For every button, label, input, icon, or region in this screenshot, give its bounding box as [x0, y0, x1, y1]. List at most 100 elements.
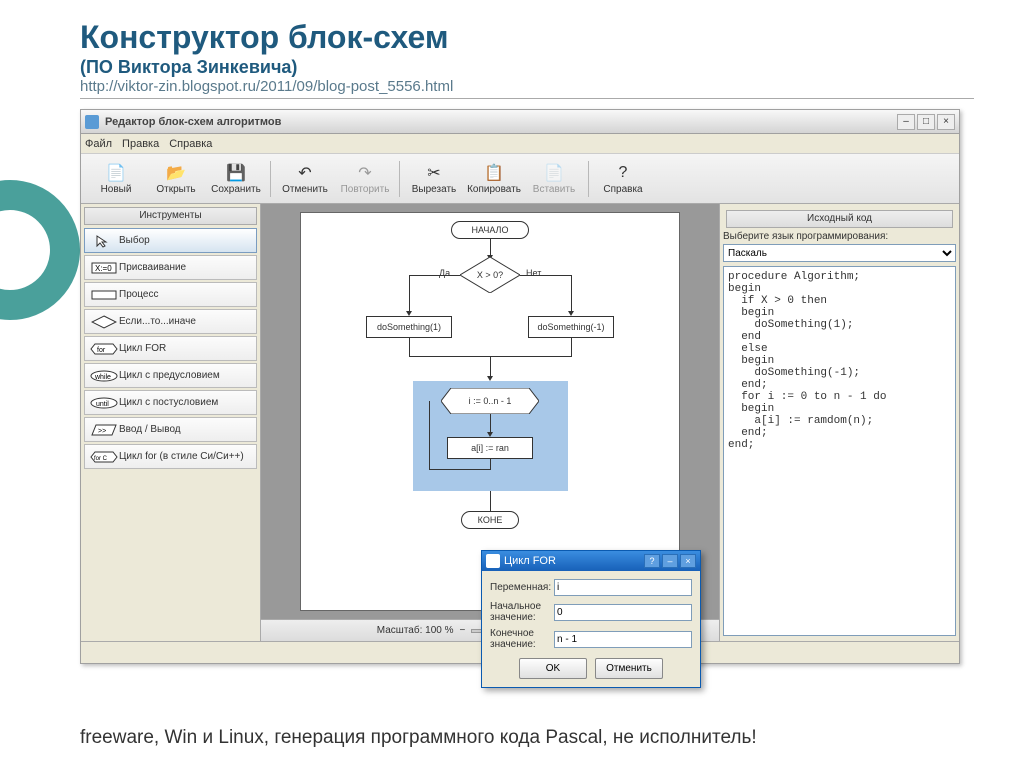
svg-text:until: until: [96, 401, 109, 408]
dialog-field-label: Переменная:: [490, 582, 554, 593]
toolbar-label: Вырезать: [412, 184, 456, 195]
toolbar-Вставить: 📄Вставить: [525, 156, 583, 202]
tool-label: Цикл с постусловием: [119, 397, 218, 408]
tool-icon: X:=0: [89, 262, 119, 274]
tool-icon: [89, 315, 119, 329]
dialog-icon: [486, 554, 500, 568]
node-proc1[interactable]: doSomething(1): [366, 316, 452, 338]
file-new-icon: 📄: [105, 162, 127, 184]
node-start[interactable]: НАЧАЛО: [451, 221, 529, 239]
help-icon: ?: [612, 162, 634, 184]
label-no: Нет: [526, 268, 541, 278]
tool-icon: [89, 234, 119, 248]
for-loop-dialog: Цикл FOR ? – × Переменная: Начальное знач…: [481, 550, 701, 688]
slide-url: http://viktor-zin.blogspot.ru/2011/09/bl…: [80, 78, 974, 95]
svg-text:>>: >>: [98, 428, 106, 435]
node-loop-body[interactable]: a[i] := ran: [447, 437, 533, 459]
dialog-ok-button[interactable]: OK: [519, 658, 587, 679]
dialog-cancel-button[interactable]: Отменить: [595, 658, 663, 679]
toolbar-label: Сохранить: [211, 184, 261, 195]
tool-Ввод / Вывод[interactable]: >> Ввод / Вывод: [84, 417, 257, 442]
code-panel: Исходный код Выберите язык программирова…: [719, 204, 959, 641]
tool-Цикл с постусловием[interactable]: until Цикл с постусловием: [84, 390, 257, 415]
tool-label: Если...то...иначе: [119, 316, 196, 327]
toolbar: 📄Новый📂Открыть💾Сохранить↶Отменить↷Повтор…: [81, 154, 959, 204]
toolbar-Копировать[interactable]: 📋Копировать: [465, 156, 523, 202]
slide-title: Конструктор блок-схем: [80, 20, 974, 55]
tool-icon: until: [89, 397, 119, 409]
tool-Цикл с предусловием[interactable]: while Цикл с предусловием: [84, 363, 257, 388]
tool-Присваивание[interactable]: X:=0Присваивание: [84, 255, 257, 280]
node-loop[interactable]: i := 0..n - 1: [441, 388, 539, 414]
dialog-min-button[interactable]: –: [662, 554, 678, 568]
toolbar-Новый[interactable]: 📄Новый: [87, 156, 145, 202]
svg-text:for: for: [97, 347, 106, 354]
tool-icon: [89, 290, 119, 300]
menu-edit[interactable]: Правка: [122, 138, 159, 150]
paste-icon: 📄: [543, 162, 565, 184]
svg-text:while: while: [94, 374, 111, 381]
dialog-field-label: Начальное значение:: [490, 601, 554, 623]
app-window: Редактор блок-схем алгоритмов – □ × Файл…: [80, 109, 960, 664]
cut-icon: ✂: [423, 162, 445, 184]
tool-icon: >>: [89, 424, 119, 436]
toolbar-Открыть[interactable]: 📂Открыть: [147, 156, 205, 202]
toolbar-label: Новый: [101, 184, 132, 195]
copy-icon: 📋: [483, 162, 505, 184]
tool-Если...то...иначе[interactable]: Если...то...иначе: [84, 309, 257, 334]
save-icon: 💾: [225, 162, 247, 184]
dialog-close-button[interactable]: ×: [680, 554, 696, 568]
tool-icon: for: [89, 343, 119, 355]
node-end[interactable]: КОНЕ: [461, 511, 519, 529]
tool-Цикл for (в стиле Си/Си++)[interactable]: for CЦикл for (в стиле Си/Си++): [84, 444, 257, 469]
toolbar-separator: [588, 161, 589, 197]
dialog-row: Конечное значение:: [490, 628, 692, 650]
window-title: Редактор блок-схем алгоритмов: [105, 116, 897, 128]
tool-label: Процесс: [119, 289, 159, 300]
tool-label: Цикл FOR: [119, 343, 166, 354]
code-panel-title: Исходный код: [726, 210, 953, 228]
tool-Выбор[interactable]: Выбор: [84, 228, 257, 253]
titlebar[interactable]: Редактор блок-схем алгоритмов – □ ×: [81, 110, 959, 134]
dialog-help-button[interactable]: ?: [644, 554, 660, 568]
dialog-title: Цикл FOR: [504, 555, 556, 567]
toolbar-label: Повторить: [341, 184, 390, 195]
maximize-button[interactable]: □: [917, 114, 935, 130]
tool-label: Цикл с предусловием: [119, 370, 220, 381]
zoom-out-button[interactable]: −: [460, 625, 466, 636]
toolbar-Вырезать[interactable]: ✂Вырезать: [405, 156, 463, 202]
dialog-titlebar[interactable]: Цикл FOR ? – ×: [482, 551, 700, 571]
menu-help[interactable]: Справка: [169, 138, 212, 150]
tool-Процесс[interactable]: Процесс: [84, 282, 257, 307]
tool-Цикл FOR[interactable]: for Цикл FOR: [84, 336, 257, 361]
code-output[interactable]: procedure Algorithm; begin if X > 0 then…: [723, 266, 956, 636]
close-button[interactable]: ×: [937, 114, 955, 130]
toolbar-Повторить: ↷Повторить: [336, 156, 394, 202]
dialog-row: Переменная:: [490, 579, 692, 596]
tools-panel-title: Инструменты: [84, 207, 257, 225]
toolbar-Справка[interactable]: ?Справка: [594, 156, 652, 202]
slide-footer: freeware, Win и Linux, генерация програм…: [80, 727, 757, 749]
toolbar-separator: [270, 161, 271, 197]
menu-file[interactable]: Файл: [85, 138, 112, 150]
lang-select[interactable]: Паскаль: [723, 244, 956, 262]
dialog-field-input[interactable]: [554, 579, 692, 596]
minimize-button[interactable]: –: [897, 114, 915, 130]
toolbar-Отменить[interactable]: ↶Отменить: [276, 156, 334, 202]
dialog-field-input[interactable]: [554, 604, 692, 621]
toolbar-label: Открыть: [156, 184, 195, 195]
tool-label: Ввод / Вывод: [119, 424, 181, 435]
tool-icon: for C: [89, 451, 119, 463]
node-decision[interactable]: X > 0?: [460, 257, 520, 293]
toolbar-label: Вставить: [533, 184, 575, 195]
dialog-field-input[interactable]: [554, 631, 692, 648]
toolbar-label: Справка: [603, 184, 642, 195]
label-yes: Да: [439, 268, 450, 278]
divider: [80, 98, 974, 99]
slide-subtitle: (ПО Виктора Зинкевича): [80, 57, 974, 78]
lang-label: Выберите язык программирования:: [723, 231, 956, 242]
menubar: Файл Правка Справка: [81, 134, 959, 154]
toolbar-Сохранить[interactable]: 💾Сохранить: [207, 156, 265, 202]
dialog-field-label: Конечное значение:: [490, 628, 554, 650]
node-proc2[interactable]: doSomething(-1): [528, 316, 614, 338]
